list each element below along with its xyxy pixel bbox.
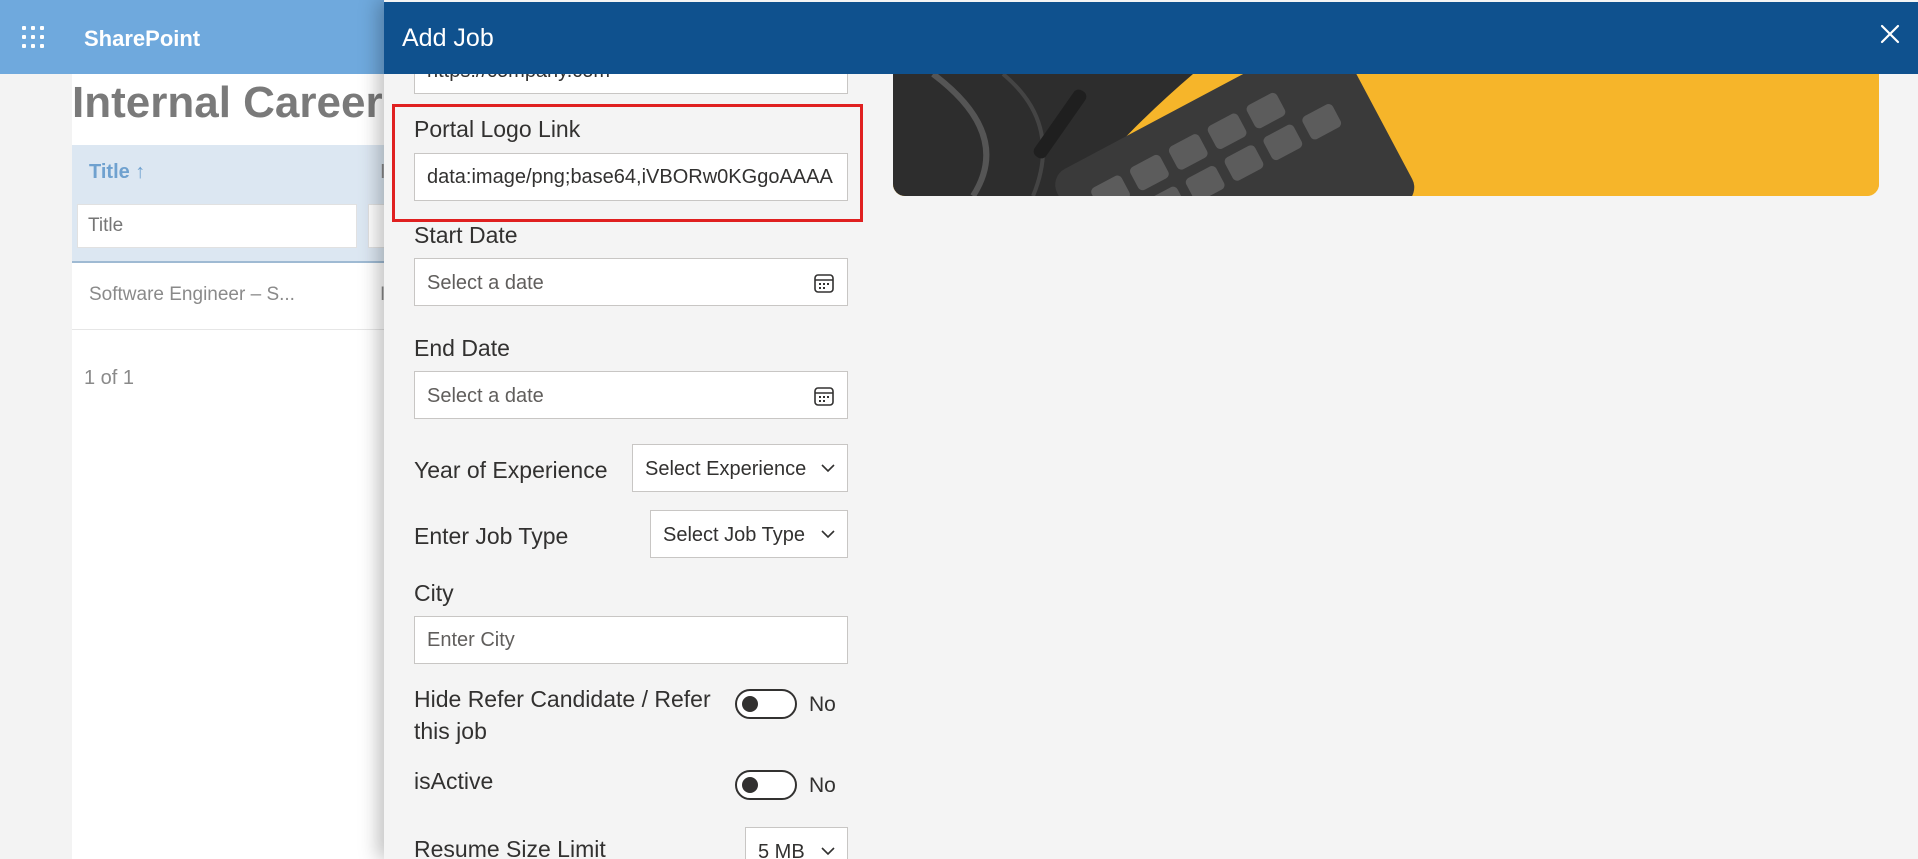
- hide-refer-state: No: [809, 693, 836, 716]
- city-input[interactable]: [414, 616, 848, 664]
- close-icon[interactable]: [1876, 20, 1904, 48]
- column-header-title[interactable]: Title ↑: [89, 161, 145, 184]
- is-active-label: isActive: [414, 768, 494, 794]
- chevron-down-icon: [821, 530, 835, 539]
- city-label: City: [414, 580, 454, 606]
- resume-size-dropdown[interactable]: 5 MB: [745, 827, 848, 859]
- panel-title-overlay: Add Job: [402, 24, 494, 52]
- job-type-dropdown[interactable]: Select Job Type: [650, 510, 848, 558]
- hide-refer-toggle[interactable]: [735, 689, 797, 719]
- add-job-panel: Add Job: [384, 0, 1918, 859]
- calendar-icon[interactable]: [813, 272, 835, 294]
- row-title-cell[interactable]: Software Engineer – S...: [89, 284, 295, 306]
- end-date-placeholder: Select a date: [427, 385, 544, 407]
- header-overlap: Add Job: [384, 2, 854, 74]
- resume-size-value: 5 MB: [758, 841, 805, 859]
- calendar-icon[interactable]: [813, 385, 835, 407]
- hide-refer-label-line1: Hide Refer Candidate / Refer: [414, 686, 711, 712]
- add-job-form: Add Job Portal Logo Link Start Date Sele…: [384, 0, 863, 859]
- job-type-value: Select Job Type: [663, 524, 805, 546]
- experience-value: Select Experience: [645, 458, 807, 480]
- pager: 1 of 1: [84, 367, 135, 389]
- app-name[interactable]: SharePoint: [84, 26, 200, 52]
- end-date-picker[interactable]: Select a date: [414, 371, 848, 419]
- start-date-picker[interactable]: Select a date: [414, 258, 848, 306]
- title-filter-input[interactable]: [77, 204, 357, 248]
- page-title: Internal Career P: [72, 78, 425, 127]
- portal-logo-label: Portal Logo Link: [414, 116, 581, 142]
- chevron-down-icon: [821, 847, 835, 856]
- experience-label: Year of Experience: [414, 457, 608, 483]
- toggle-knob: [742, 696, 758, 712]
- app-launcher-icon[interactable]: [22, 26, 46, 50]
- hide-refer-label-line2: this job: [414, 718, 487, 744]
- end-date-label: End Date: [414, 335, 510, 361]
- is-active-toggle[interactable]: [735, 770, 797, 800]
- resume-size-label: Resume Size Limit: [414, 836, 606, 859]
- chevron-down-icon: [821, 464, 835, 473]
- toggle-knob: [742, 777, 758, 793]
- job-banner-image: [893, 74, 1879, 196]
- is-active-state: No: [809, 774, 836, 797]
- experience-dropdown[interactable]: Select Experience: [632, 444, 848, 492]
- portal-logo-input[interactable]: [414, 153, 848, 201]
- job-type-label: Enter Job Type: [414, 523, 569, 549]
- start-date-label: Start Date: [414, 222, 518, 248]
- start-date-placeholder: Select a date: [427, 272, 544, 294]
